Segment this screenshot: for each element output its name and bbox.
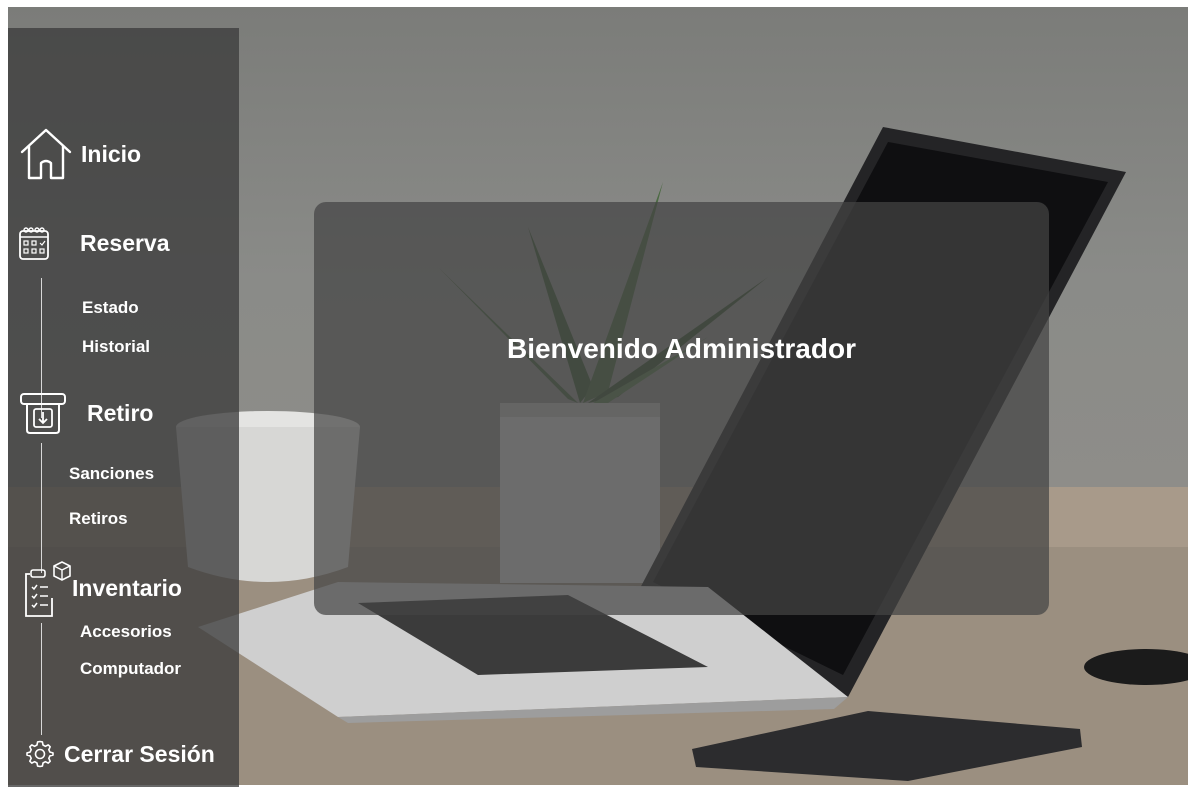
calendar-icon <box>18 225 50 261</box>
nav-withdrawal-sanciones[interactable]: Sanciones <box>69 464 154 484</box>
sidebar-connector <box>41 443 42 573</box>
home-icon <box>18 126 74 182</box>
nav-withdrawal-label: Retiro <box>87 399 154 426</box>
nav-home[interactable]: Inicio <box>18 126 141 182</box>
nav-reservation-historial[interactable]: Historial <box>82 337 150 357</box>
gear-icon <box>26 740 54 768</box>
tray-download-icon <box>18 390 68 436</box>
clipboard-box-icon <box>22 558 72 618</box>
nav-inventory-accesorios[interactable]: Accesorios <box>80 622 172 642</box>
nav-inventory[interactable]: Inventario <box>22 558 182 618</box>
nav-logout[interactable]: Cerrar Sesión <box>26 740 215 768</box>
welcome-title: Bienvenido Administrador <box>506 333 856 364</box>
sidebar: Inicio Reserva Estado Historial Retiro S… <box>8 28 239 787</box>
nav-reservation-label: Reserva <box>80 229 170 256</box>
nav-inventory-computador[interactable]: Computador <box>80 659 181 679</box>
nav-home-label: Inicio <box>81 140 142 167</box>
welcome-panel: Bienvenido Administrador <box>314 202 1049 615</box>
nav-withdrawal-retiros[interactable]: Retiros <box>69 509 128 529</box>
nav-inventory-label: Inventario <box>72 574 182 601</box>
nav-logout-label: Cerrar Sesión <box>64 740 215 767</box>
nav-withdrawal[interactable]: Retiro <box>18 390 153 436</box>
sidebar-connector <box>41 623 42 735</box>
nav-reservation[interactable]: Reserva <box>18 225 170 261</box>
nav-reservation-estado[interactable]: Estado <box>82 298 139 318</box>
